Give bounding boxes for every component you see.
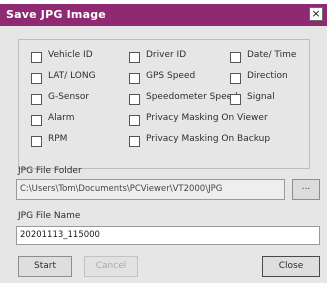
- file-name-label: JPG File Name: [18, 211, 81, 221]
- checkbox-label: Privacy Masking On Viewer: [146, 113, 268, 123]
- checkbox-label: LAT/ LONG: [48, 71, 96, 81]
- start-button[interactable]: Start: [18, 256, 72, 277]
- checkbox-label: RPM: [48, 134, 68, 144]
- checkbox-box[interactable]: [129, 73, 140, 84]
- close-button[interactable]: Close: [262, 256, 320, 277]
- dialog-title: Save JPG Image: [6, 8, 106, 21]
- checkbox-box[interactable]: [129, 115, 140, 126]
- save-jpg-dialog: Save JPG Image × Vehicle ID Driver ID Da…: [0, 0, 327, 283]
- checkbox-box[interactable]: [230, 94, 241, 105]
- overlay-options-group: Vehicle ID Driver ID Date/ Time LAT/ LON…: [18, 39, 310, 169]
- checkbox-box[interactable]: [31, 52, 42, 63]
- checkbox-label: GPS Speed: [146, 71, 196, 81]
- folder-label: JPG File Folder: [18, 166, 82, 176]
- checkbox-box[interactable]: [31, 73, 42, 84]
- folder-path-field[interactable]: C:\Users\Tom\Documents\PCViewer\VT2000\J…: [16, 179, 285, 200]
- checkbox-box[interactable]: [31, 115, 42, 126]
- checkbox-label: Speedometer Speed: [146, 92, 238, 102]
- checkbox-box[interactable]: [129, 52, 140, 63]
- checkbox-label: Alarm: [48, 113, 75, 123]
- browse-folder-button[interactable]: ...: [292, 179, 320, 200]
- checkbox-box[interactable]: [129, 136, 140, 147]
- checkbox-box[interactable]: [31, 94, 42, 105]
- close-icon[interactable]: ×: [309, 7, 323, 21]
- checkbox-label: Driver ID: [146, 50, 187, 60]
- checkbox-box[interactable]: [230, 73, 241, 84]
- checkbox-label: Direction: [247, 71, 288, 81]
- checkbox-label: Vehicle ID: [48, 50, 93, 60]
- file-name-input[interactable]: 20201113_115000: [16, 226, 320, 245]
- cancel-button[interactable]: Cancel: [84, 256, 138, 277]
- checkbox-label: Privacy Masking On Backup: [146, 134, 271, 144]
- checkbox-label: G-Sensor: [48, 92, 90, 102]
- checkbox-box[interactable]: [31, 136, 42, 147]
- checkbox-box[interactable]: [230, 52, 241, 63]
- checkbox-box[interactable]: [129, 94, 140, 105]
- title-bar[interactable]: Save JPG Image ×: [0, 4, 327, 26]
- checkbox-label: Date/ Time: [247, 50, 297, 60]
- checkbox-label: Signal: [247, 92, 275, 102]
- dialog-body: Vehicle ID Driver ID Date/ Time LAT/ LON…: [0, 26, 327, 283]
